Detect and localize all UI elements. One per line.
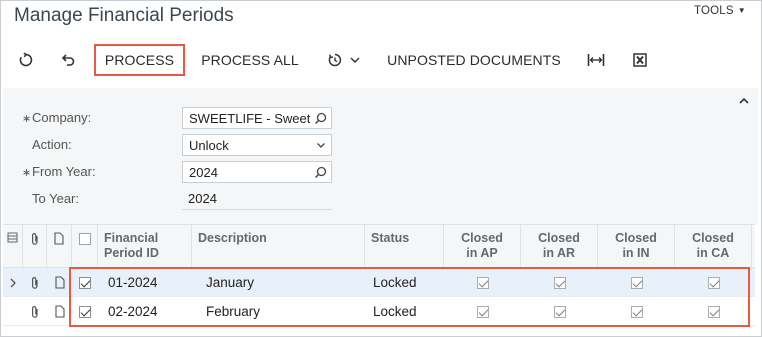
- paperclip-icon[interactable]: [23, 297, 47, 326]
- col-financial-period-id[interactable]: Financial Period ID: [98, 225, 192, 269]
- chevron-up-icon: [739, 97, 749, 104]
- to-year-field: 2024: [182, 188, 332, 210]
- row-select-checkbox[interactable]: [72, 268, 98, 297]
- fit-columns-button[interactable]: [584, 44, 608, 76]
- notes-header: [47, 225, 72, 269]
- closed-ar-checkbox: [521, 297, 598, 326]
- table-row[interactable]: 01-2024 January Locked: [3, 268, 755, 297]
- refresh-button[interactable]: [14, 44, 38, 76]
- to-year-label: To Year:: [22, 191, 79, 206]
- col-closed-in-ar[interactable]: Closed in AR: [521, 225, 598, 269]
- closed-ap-checkbox: [444, 297, 521, 326]
- chevron-down-icon: [350, 57, 360, 64]
- page-title: Manage Financial Periods: [14, 5, 234, 26]
- tools-label: TOOLS: [694, 5, 734, 17]
- company-label: ∗Company:: [22, 110, 91, 125]
- description-cell: January: [206, 275, 255, 290]
- col-description[interactable]: Description: [192, 225, 365, 269]
- unposted-documents-button[interactable]: UNPOSTED DOCUMENTS: [382, 44, 566, 76]
- from-year-label: ∗From Year:: [22, 164, 96, 179]
- select-all-header[interactable]: [72, 225, 98, 269]
- row-select-checkbox[interactable]: [72, 297, 98, 326]
- col-closed-ca-line2: in CA: [696, 246, 730, 260]
- status-cell: Locked: [373, 275, 417, 290]
- col-closed-in-line2: in IN: [622, 246, 650, 260]
- filter-panel: [3, 88, 758, 224]
- note-icon: [54, 232, 64, 245]
- closed-ca-checkbox: [675, 268, 752, 297]
- from-year-label-text: From Year:: [32, 164, 96, 179]
- search-icon[interactable]: [314, 166, 327, 182]
- closed-in-checkbox: [598, 268, 675, 297]
- from-year-value: 2024: [189, 165, 218, 180]
- grid-header: Financial Period ID Description Status Cl…: [3, 224, 755, 269]
- col-closed-in-line1: Closed: [615, 231, 657, 245]
- col-closed-ca-line1: Closed: [692, 231, 734, 245]
- schedule-button[interactable]: [324, 44, 364, 76]
- paperclip-icon[interactable]: [23, 268, 47, 297]
- note-icon[interactable]: [47, 268, 72, 297]
- toolbar: PROCESS PROCESS ALL UNPOSTED DOCUMENTS: [0, 44, 762, 76]
- note-icon[interactable]: [47, 297, 72, 326]
- collapse-panel-button[interactable]: [738, 94, 750, 112]
- table-row[interactable]: 02-2024 February Locked: [3, 297, 755, 326]
- company-value: SWEETLIFE - Sweet: [189, 111, 311, 126]
- col-description-label: Description: [198, 231, 267, 245]
- status-cell: Locked: [373, 304, 417, 319]
- col-period-id-line1: Financial: [104, 231, 159, 245]
- closed-ap-checkbox: [444, 268, 521, 297]
- col-closed-in-in[interactable]: Closed in IN: [598, 225, 675, 269]
- search-icon[interactable]: [314, 112, 327, 128]
- chevron-down-icon: ▼: [737, 6, 746, 15]
- attachments-header: [23, 225, 47, 269]
- action-label: Action:: [22, 137, 72, 152]
- required-marker-icon: ∗: [22, 167, 32, 179]
- col-closed-in-ap[interactable]: Closed in AP: [444, 225, 521, 269]
- col-closed-ar-line2: in AR: [542, 246, 576, 260]
- schedule-icon: [328, 53, 342, 67]
- action-value: Unlock: [189, 138, 229, 153]
- paperclip-icon: [31, 233, 38, 245]
- action-select[interactable]: Unlock: [182, 134, 332, 156]
- row-selector-header[interactable]: [3, 225, 23, 269]
- to-year-label-text: To Year:: [32, 191, 79, 206]
- company-label-text: Company:: [32, 110, 92, 125]
- company-field[interactable]: SWEETLIFE - Sweet: [182, 107, 332, 129]
- description-cell: February: [206, 304, 261, 319]
- row-pointer-icon: [3, 268, 23, 297]
- fit-columns-icon: [587, 54, 605, 66]
- action-label-text: Action:: [32, 137, 72, 152]
- export-excel-icon: [633, 53, 647, 67]
- col-closed-in-ca[interactable]: Closed in CA: [675, 225, 752, 269]
- col-closed-ap-line1: Closed: [461, 231, 503, 245]
- process-button[interactable]: PROCESS: [94, 44, 185, 76]
- col-closed-ar-line1: Closed: [538, 231, 580, 245]
- undo-icon: [61, 54, 75, 66]
- refresh-icon: [19, 52, 33, 67]
- col-closed-ap-line2: in AP: [466, 246, 498, 260]
- grid-settings-icon: [7, 232, 18, 243]
- chevron-down-icon: [315, 139, 327, 154]
- closed-ar-checkbox: [521, 268, 598, 297]
- to-year-value: 2024: [188, 191, 217, 206]
- undo-button[interactable]: [56, 44, 80, 76]
- export-excel-button[interactable]: [628, 44, 652, 76]
- col-period-id-line2: Period ID: [104, 246, 159, 260]
- select-all-checkbox[interactable]: [78, 233, 91, 245]
- col-status[interactable]: Status: [365, 225, 444, 269]
- col-status-label: Status: [371, 231, 410, 245]
- closed-in-checkbox: [598, 297, 675, 326]
- process-all-button[interactable]: PROCESS ALL: [196, 44, 304, 76]
- period-id-cell: 02-2024: [108, 304, 158, 319]
- closed-ca-checkbox: [675, 297, 752, 326]
- from-year-field[interactable]: 2024: [182, 161, 332, 183]
- required-marker-icon: ∗: [22, 113, 32, 125]
- tools-menu[interactable]: TOOLS ▼: [694, 5, 746, 17]
- period-id-cell: 01-2024: [108, 275, 158, 290]
